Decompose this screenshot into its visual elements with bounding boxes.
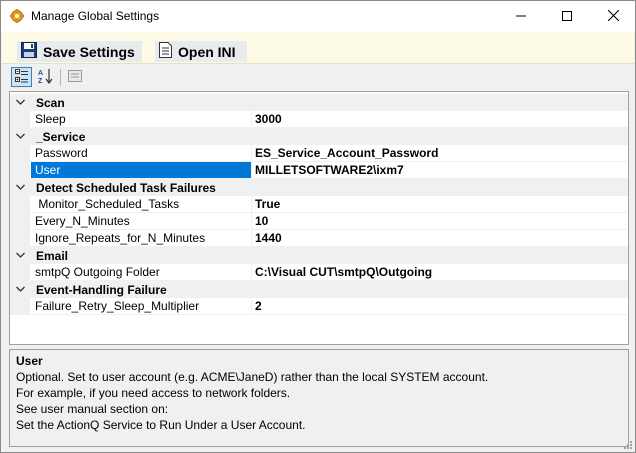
property-value[interactable]: 10 bbox=[252, 213, 628, 230]
property-row-smtpq-outgoing-folder[interactable]: smtpQ Outgoing Folder C:\Visual CUT\smtp… bbox=[10, 264, 628, 281]
help-line: See user manual section on: bbox=[16, 402, 169, 416]
property-name: User bbox=[31, 162, 251, 179]
row-gutter bbox=[10, 162, 30, 179]
window-title: Manage Global Settings bbox=[31, 9, 160, 23]
chevron-down-icon[interactable] bbox=[15, 250, 26, 261]
category-label: Event-Handling Failure bbox=[36, 283, 167, 297]
gear-icon bbox=[9, 8, 25, 24]
property-value[interactable]: C:\Visual CUT\smtpQ\Outgoing bbox=[252, 264, 628, 281]
help-panel: User Optional. Set to user account (e.g.… bbox=[9, 349, 629, 447]
property-row-every-n-minutes[interactable]: Every_N_Minutes 10 bbox=[10, 213, 628, 230]
property-row-user[interactable]: User MILLETSOFTWARE2\ixm7 bbox=[10, 162, 628, 179]
minimize-button[interactable] bbox=[498, 1, 544, 32]
row-gutter bbox=[10, 111, 30, 128]
property-row-ignore-repeats[interactable]: Ignore_Repeats_for_N_Minutes 1440 bbox=[10, 230, 628, 247]
help-title: User bbox=[16, 354, 43, 368]
property-value[interactable]: MILLETSOFTWARE2\ixm7 bbox=[252, 162, 628, 179]
help-line: For example, if you need access to netwo… bbox=[16, 386, 291, 400]
category-label: Detect Scheduled Task Failures bbox=[36, 181, 216, 195]
category-scan[interactable]: Scan bbox=[10, 94, 628, 111]
open-ini-label: Open INI bbox=[178, 43, 236, 60]
category-label: _Service bbox=[36, 130, 86, 144]
property-row-failure-retry-sleep-multiplier[interactable]: Failure_Retry_Sleep_Multiplier 2 bbox=[10, 298, 628, 315]
property-grid-toolbar: A Z bbox=[2, 64, 634, 90]
property-pages-button[interactable] bbox=[64, 67, 85, 87]
row-gutter bbox=[10, 213, 30, 230]
row-gutter bbox=[10, 196, 30, 213]
categorized-view-button[interactable] bbox=[11, 67, 32, 87]
main-toolbar: Save Settings Open INI bbox=[2, 32, 634, 64]
property-value[interactable]: 2 bbox=[252, 298, 628, 315]
chevron-down-icon[interactable] bbox=[15, 182, 26, 193]
property-row-password[interactable]: Password ES_Service_Account_Password bbox=[10, 145, 628, 162]
chevron-down-icon[interactable] bbox=[15, 284, 26, 295]
row-gutter bbox=[10, 264, 30, 281]
open-ini-button[interactable]: Open INI bbox=[155, 41, 247, 62]
row-gutter bbox=[10, 145, 30, 162]
property-name: Sleep bbox=[31, 111, 251, 128]
save-settings-button[interactable]: Save Settings bbox=[17, 41, 142, 62]
sort-az-icon: A Z bbox=[38, 68, 54, 87]
chevron-down-icon[interactable] bbox=[15, 97, 26, 108]
minimize-icon bbox=[516, 10, 526, 24]
category-service[interactable]: _Service bbox=[10, 128, 628, 145]
maximize-button[interactable] bbox=[544, 1, 590, 32]
property-pages-icon bbox=[67, 69, 82, 85]
category-event-handling-failure[interactable]: Event-Handling Failure bbox=[10, 281, 628, 298]
property-value[interactable]: 1440 bbox=[252, 230, 628, 247]
help-line: Set the ActionQ Service to Run Under a U… bbox=[16, 418, 306, 432]
document-icon bbox=[159, 42, 178, 61]
category-email[interactable]: Email bbox=[10, 247, 628, 264]
maximize-icon bbox=[562, 10, 572, 24]
svg-text:A: A bbox=[38, 70, 43, 77]
property-name: Password bbox=[31, 145, 251, 162]
svg-text:Z: Z bbox=[38, 78, 43, 84]
save-settings-label: Save Settings bbox=[43, 43, 135, 60]
close-button[interactable] bbox=[590, 1, 636, 32]
property-name: smtpQ Outgoing Folder bbox=[31, 264, 251, 281]
property-grid[interactable]: Scan Sleep 3000 _Service Password ES_Ser… bbox=[9, 91, 629, 345]
property-name: Monitor_Scheduled_Tasks bbox=[31, 196, 251, 213]
row-gutter bbox=[10, 298, 30, 315]
floppy-disk-icon bbox=[21, 42, 43, 61]
title-bar: Manage Global Settings bbox=[1, 1, 635, 32]
alphabetical-view-button[interactable]: A Z bbox=[35, 67, 56, 87]
property-name: Ignore_Repeats_for_N_Minutes bbox=[31, 230, 251, 247]
row-gutter bbox=[10, 230, 30, 247]
manage-global-settings-window: Manage Global Settings Save Settings Ope… bbox=[0, 0, 636, 453]
help-line: Optional. Set to user account (e.g. ACME… bbox=[16, 370, 489, 384]
category-label: Email bbox=[36, 249, 69, 263]
categorized-view-icon bbox=[14, 68, 29, 86]
category-detect-scheduled-task-failures[interactable]: Detect Scheduled Task Failures bbox=[10, 179, 628, 196]
resize-grip-icon[interactable] bbox=[621, 438, 633, 450]
property-row-sleep[interactable]: Sleep 3000 bbox=[10, 111, 628, 128]
property-value[interactable]: ES_Service_Account_Password bbox=[252, 145, 628, 162]
property-value[interactable]: 3000 bbox=[252, 111, 628, 128]
category-label: Scan bbox=[36, 96, 65, 110]
property-value[interactable]: True bbox=[252, 196, 628, 213]
property-row-monitor-scheduled-tasks[interactable]: Monitor_Scheduled_Tasks True bbox=[10, 196, 628, 213]
chevron-down-icon[interactable] bbox=[15, 131, 26, 142]
property-name: Every_N_Minutes bbox=[31, 213, 251, 230]
property-name: Failure_Retry_Sleep_Multiplier bbox=[31, 298, 251, 315]
close-icon bbox=[607, 9, 619, 24]
toolbar-separator bbox=[60, 69, 61, 86]
